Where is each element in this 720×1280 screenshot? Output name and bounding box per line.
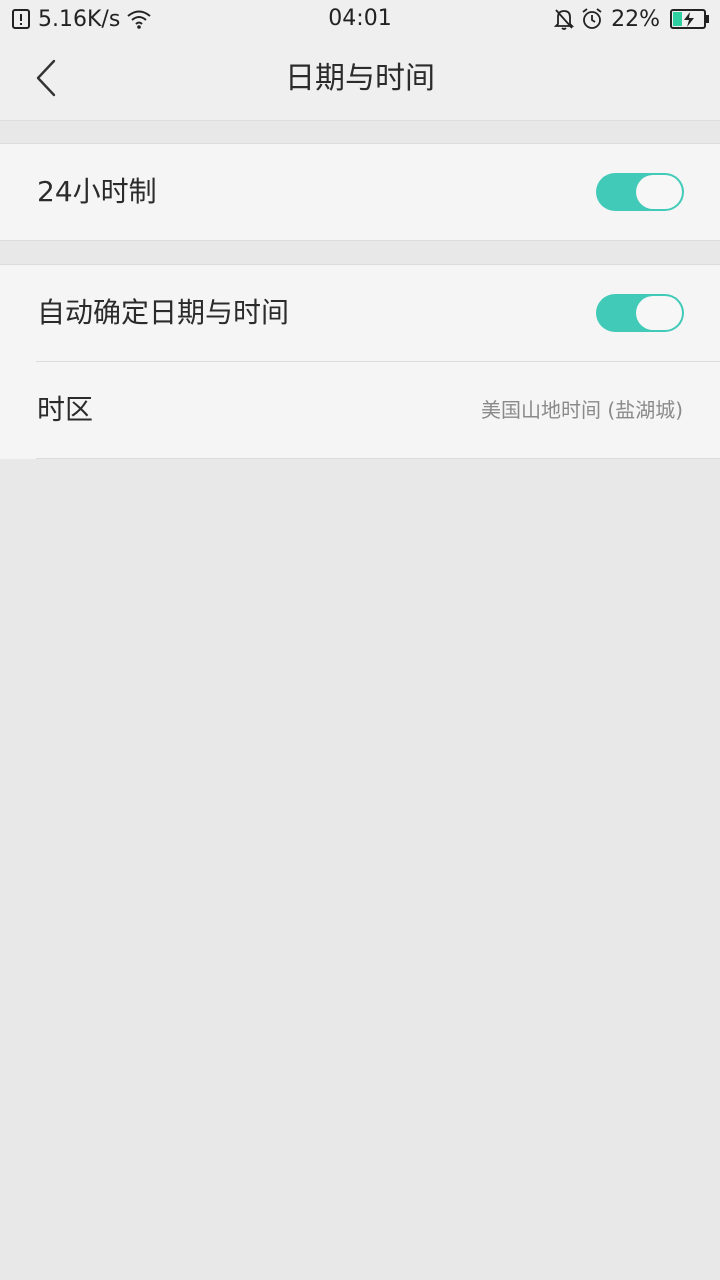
page-title: 日期与时间 (285, 61, 435, 96)
network-speed: 5.16K/s (38, 6, 121, 32)
setting-label-auto-datetime: 自动确定日期与时间 (37, 296, 290, 329)
chevron-left-icon (36, 59, 56, 97)
battery-charging-icon (670, 9, 709, 29)
status-bar: 5.16K/s 04:01 22% (0, 0, 720, 38)
setting-value-timezone: 美国山地时间 (盐湖城) (481, 398, 683, 422)
bell-off-icon (553, 9, 575, 30)
header: 日期与时间 (0, 38, 720, 121)
status-left: 5.16K/s (10, 4, 152, 34)
toggle-knob (636, 296, 682, 330)
battery-percent: 22% (611, 6, 660, 32)
sim-alert-icon (12, 9, 30, 29)
setting-row-timezone[interactable]: 时区 美国山地时间 (盐湖城) (0, 362, 720, 458)
wifi-icon (127, 10, 151, 29)
toggle-24-hour[interactable] (596, 173, 684, 211)
alarm-icon (582, 8, 602, 29)
settings-group-format: 24小时制 (0, 143, 720, 241)
status-right: 22% (553, 4, 710, 34)
toggle-knob (636, 175, 682, 209)
toggle-auto-datetime[interactable] (596, 294, 684, 332)
setting-label-timezone: 时区 (37, 393, 94, 426)
row-divider (36, 458, 720, 459)
setting-label-24-hour: 24小时制 (37, 175, 157, 208)
back-button[interactable] (22, 54, 70, 102)
settings-group-datetime: 自动确定日期与时间 时区 美国山地时间 (盐湖城) (0, 264, 720, 459)
setting-row-auto-datetime[interactable]: 自动确定日期与时间 (0, 265, 720, 361)
setting-row-24-hour[interactable]: 24小时制 (0, 144, 720, 240)
